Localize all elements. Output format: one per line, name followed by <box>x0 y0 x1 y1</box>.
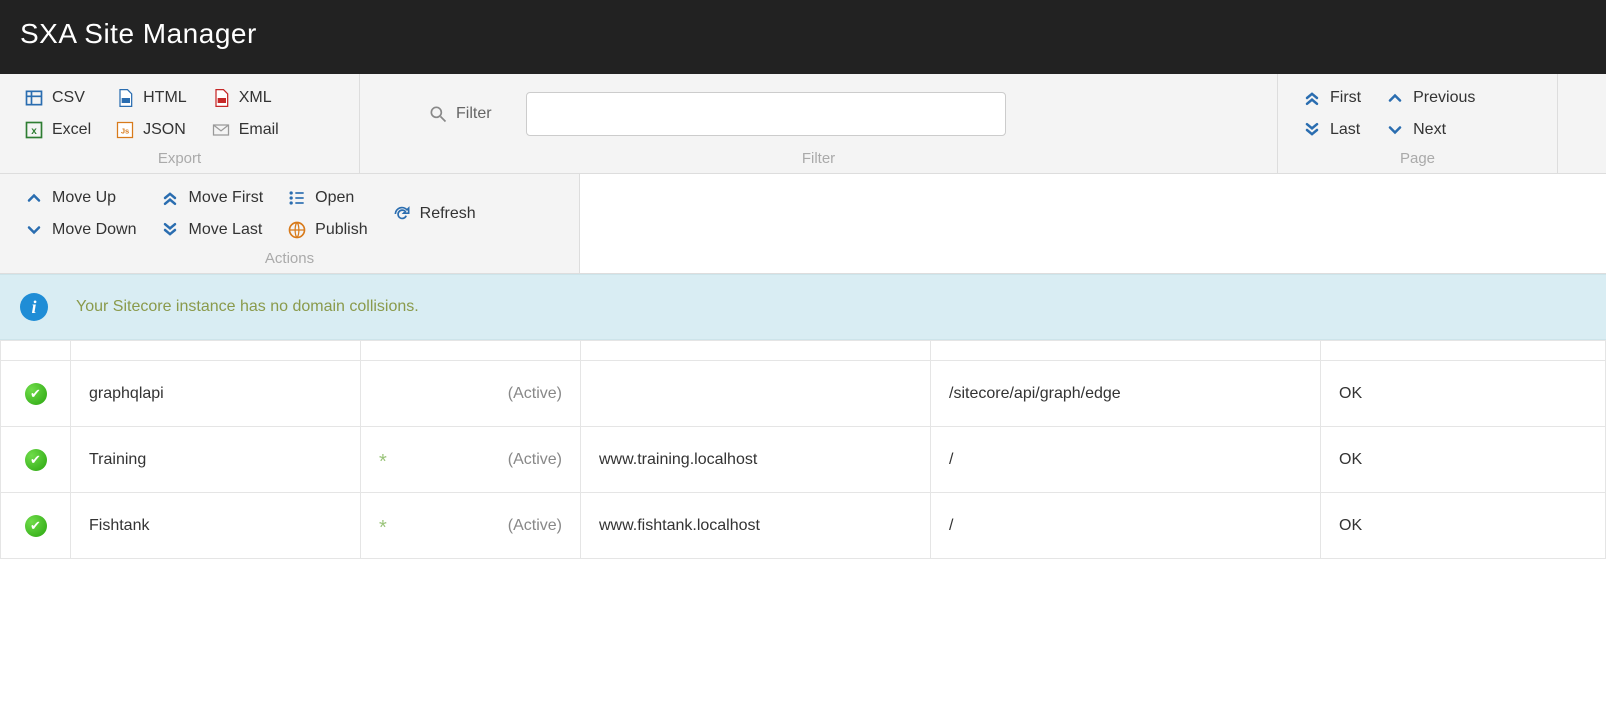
filter-input[interactable] <box>526 92 1006 136</box>
table-row[interactable]: ✔ Training * (Active) www.training.localh… <box>1 427 1606 493</box>
globe-icon <box>287 220 307 240</box>
cell-host: www.fishtank.localhost <box>581 493 931 559</box>
ribbon-group-page: First Last Previous Next <box>1278 74 1558 173</box>
refresh-button[interactable]: Refresh <box>392 204 476 224</box>
cell-status: OK <box>1321 361 1606 427</box>
titlebar: SXA Site Manager <box>0 0 1606 74</box>
filter-label-wrap: Filter <box>428 104 502 124</box>
page-previous-label: Previous <box>1413 89 1475 107</box>
svg-text:x: x <box>31 126 37 137</box>
csv-icon <box>24 88 44 108</box>
move-first-label: Move First <box>188 189 263 207</box>
sites-table: ✔ graphqlapi (Active) /sitecore/api/grap… <box>0 340 1606 559</box>
table-row[interactable]: ✔ graphqlapi (Active) /sitecore/api/grap… <box>1 361 1606 427</box>
check-icon: ✔ <box>25 383 47 405</box>
email-icon <box>211 120 231 140</box>
chevron-up-icon <box>1385 88 1405 108</box>
table-row[interactable]: ✔ Fishtank * (Active) www.fishtank.localh… <box>1 493 1606 559</box>
ribbon-group-export: CSV x Excel HTML Js JSON <box>0 74 360 173</box>
export-csv-button[interactable]: CSV <box>24 88 91 108</box>
move-up-label: Move Up <box>52 189 116 207</box>
ribbon-group-filter: Filter Filter <box>360 74 1278 173</box>
move-last-button[interactable]: Move Last <box>160 220 263 240</box>
export-email-button[interactable]: Email <box>211 120 279 140</box>
page-last-button[interactable]: Last <box>1302 120 1361 140</box>
export-html-button[interactable]: HTML <box>115 88 187 108</box>
cell-name: Training <box>71 427 361 493</box>
info-message: Your Sitecore instance has no domain col… <box>76 298 419 316</box>
move-down-label: Move Down <box>52 221 136 239</box>
move-first-button[interactable]: Move First <box>160 188 263 208</box>
search-icdiffervis <box>384 104 404 124</box>
page-next-label: Next <box>1413 121 1446 139</box>
chevron-double-up-icon <box>160 188 180 208</box>
page-next-button[interactable]: Next <box>1385 120 1475 140</box>
cell-active: (Active) <box>508 517 562 535</box>
table-header-row <box>1 341 1606 361</box>
star-icon: * <box>379 451 387 474</box>
export-html-label: HTML <box>143 89 187 107</box>
page-first-label: First <box>1330 89 1361 107</box>
export-xml-label: XML <box>239 89 272 107</box>
page-previous-button[interactable]: Previous <box>1385 88 1475 108</box>
export-json-button[interactable]: Js JSON <box>115 120 187 140</box>
cell-path: /sitecore/api/graph/edge <box>931 361 1321 427</box>
move-up-button[interactable]: Move Up <box>24 188 136 208</box>
info-icon: i <box>20 293 48 321</box>
html-icon <box>115 88 135 108</box>
xml-icon <box>211 88 231 108</box>
refresh-label: Refresh <box>420 205 476 223</box>
svg-text:Js: Js <box>121 126 129 135</box>
page-first-button[interactable]: First <box>1302 88 1361 108</box>
publish-label: Publish <box>315 221 367 239</box>
export-json-label: JSON <box>143 121 186 139</box>
open-label: Open <box>315 189 354 207</box>
export-xml-button[interactable]: XML <box>211 88 279 108</box>
magnifier-icon <box>428 104 448 124</box>
star-icon: * <box>379 517 387 540</box>
publish-button[interactable]: Publish <box>287 220 367 240</box>
cell-status: OK <box>1321 493 1606 559</box>
refresh-icon <box>392 204 412 224</box>
list-icon <box>287 188 307 208</box>
open-button[interactable]: Open <box>287 188 367 208</box>
check-icon: ✔ <box>25 515 47 537</box>
page-last-label: Last <box>1330 121 1360 139</box>
move-last-label: Move Last <box>188 221 262 239</box>
info-bar: i Your Sitecore instance has no domain c… <box>0 274 1606 340</box>
chevron-double-up-icon <box>1302 88 1322 108</box>
ribbon: CSV x Excel HTML Js JSON <box>0 74 1606 274</box>
app-title: SXA Site Manager <box>20 18 1586 50</box>
export-group-label: Export <box>24 150 335 167</box>
cell-path: / <box>931 427 1321 493</box>
cell-status: OK <box>1321 427 1606 493</box>
cell-host: www.training.localhost <box>581 427 931 493</box>
chevron-down-icon <box>24 220 44 240</box>
cell-path: / <box>931 493 1321 559</box>
json-icon: Js <box>115 120 135 140</box>
filter-label: Filter <box>456 105 492 123</box>
cell-active: (Active) <box>508 451 562 469</box>
check-icon: ✔ <box>25 449 47 471</box>
chevron-up-icon <box>24 188 44 208</box>
move-down-button[interactable]: Move Down <box>24 220 136 240</box>
export-excel-label: Excel <box>52 121 91 139</box>
page-group-label: Page <box>1302 150 1533 167</box>
excel-icon: x <box>24 120 44 140</box>
export-email-label: Email <box>239 121 279 139</box>
cell-name: Fishtank <box>71 493 361 559</box>
ribbon-spacer <box>1558 74 1606 173</box>
cell-host <box>581 361 931 427</box>
export-excel-button[interactable]: x Excel <box>24 120 91 140</box>
cell-name: graphqlapi <box>71 361 361 427</box>
filter-group-label: Filter <box>384 150 1253 167</box>
chevron-down-icon <box>1385 120 1405 140</box>
export-csv-label: CSV <box>52 89 85 107</box>
ribbon-row2-blank <box>580 174 1606 273</box>
actions-group-label: Actions <box>24 250 555 267</box>
cell-active: (Active) <box>508 385 562 403</box>
chevron-double-down-icon <box>160 220 180 240</box>
ribbon-group-actions: Move Up Move Down Move First Move Last <box>0 174 580 273</box>
chevron-double-down-icon <box>1302 120 1322 140</box>
